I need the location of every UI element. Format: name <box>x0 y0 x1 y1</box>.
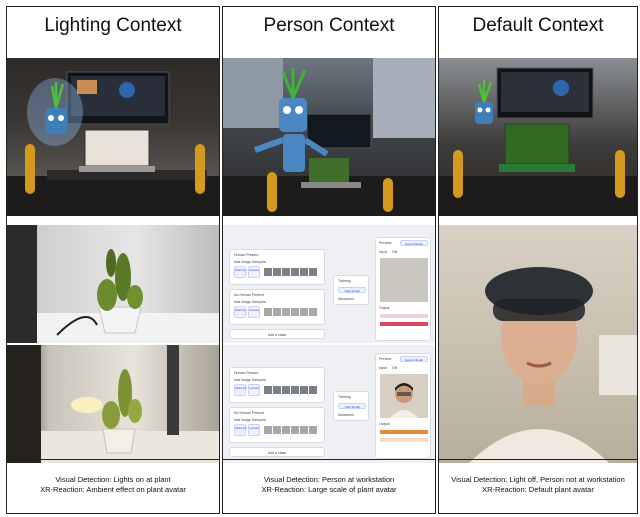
input-toggle[interactable]: ON <box>392 250 397 254</box>
train-model-button[interactable]: Train Model <box>338 403 366 409</box>
xr-reaction-text: XR-Reaction: Large scale of plant avatar <box>261 485 397 494</box>
upload-button[interactable]: Upload <box>248 424 260 436</box>
train-model-button[interactable]: Train Model <box>338 287 366 293</box>
preview-panel: Preview Export Model Input ON Output <box>375 237 431 341</box>
webcam-button[interactable]: Webcam <box>234 424 247 436</box>
webcam-button[interactable]: Webcam <box>234 266 247 278</box>
lighting-context-column: Lighting Context Visual Detection: Light… <box>6 6 220 514</box>
training-card: Training Train Model Advanced <box>333 275 369 305</box>
training-label: Training <box>338 395 351 399</box>
person-with-headset-photo <box>439 225 637 463</box>
advanced-toggle[interactable]: Advanced <box>338 297 354 301</box>
upload-button[interactable]: Upload <box>248 306 260 318</box>
samples-label: Add Image Samples: <box>234 300 267 304</box>
webcam-preview <box>380 258 428 302</box>
class-name: No Human Present <box>234 411 264 415</box>
sample-thumbnails <box>264 308 317 316</box>
model-training-screenshot-human: Human Present Add Image Samples: Webcam … <box>223 225 435 343</box>
class-name: Human Present <box>234 371 259 375</box>
visual-detection-text: Visual Detection: Lights on at plant <box>55 475 171 484</box>
xr-reaction-text: XR-Reaction: Ambient effect on plant ava… <box>40 485 186 494</box>
cactus-photo-lights-off <box>7 225 219 343</box>
webcam-button[interactable]: Webcam <box>234 306 247 318</box>
training-label: Training <box>338 279 351 283</box>
workstation-photo-default <box>439 58 637 216</box>
samples-label: Add Image Samples: <box>234 260 267 264</box>
webcam-preview-person <box>380 374 428 418</box>
export-model-button[interactable]: Export Model <box>400 356 428 362</box>
visual-detection-text: Visual Detection: Person at workstation <box>263 475 395 484</box>
sample-thumbnails <box>264 268 317 276</box>
column-caption: Visual Detection: Light off, Person not … <box>439 459 637 513</box>
export-model-button[interactable]: Export Model <box>400 240 428 246</box>
class-name: Human Present <box>234 253 259 257</box>
webcam-button[interactable]: Webcam <box>234 384 247 396</box>
preview-label: Preview <box>379 357 392 361</box>
xr-reaction-text: XR-Reaction: Default plant avatar <box>482 485 594 494</box>
output-bar-no-human <box>380 322 428 326</box>
output-bar-human <box>380 430 428 434</box>
input-toggle[interactable]: ON <box>392 366 397 370</box>
class-card-no-human: No Human Present Add Image Samples: Webc… <box>229 289 325 325</box>
person-context-column: Person Context Human Present Add Image S… <box>222 6 436 514</box>
output-label: Output <box>379 422 390 426</box>
output-bar-human <box>380 314 428 318</box>
preview-label: Preview <box>379 241 392 245</box>
column-title: Person Context <box>263 15 395 36</box>
training-card: Training Train Model Advanced <box>333 391 369 421</box>
sample-thumbnails <box>264 426 317 434</box>
preview-panel: Preview Export Model Input ON Output <box>375 353 431 459</box>
output-label: Output <box>379 306 390 310</box>
visual-detection-text: Visual Detection: Light off, Person not … <box>451 475 625 484</box>
advanced-toggle[interactable]: Advanced <box>338 413 354 417</box>
upload-button[interactable]: Upload <box>248 384 260 396</box>
input-label: Input <box>379 366 387 370</box>
input-label: Input <box>379 250 387 254</box>
cactus-photo-lights-on <box>7 345 219 463</box>
add-class-button[interactable]: Add a class <box>229 447 325 457</box>
column-caption: Visual Detection: Lights on at plant XR-… <box>7 459 219 513</box>
workstation-photo-lighting <box>7 58 219 216</box>
class-name: No Human Present <box>234 293 264 297</box>
column-caption: Visual Detection: Person at workstation … <box>223 459 435 513</box>
default-context-column: Default Context Visual Detection: Light … <box>438 6 638 514</box>
model-training-screenshot-person: Human Present Add Image Samples: Webcam … <box>223 345 435 463</box>
class-card-no-human: No Human Present Add Image Samples: Webc… <box>229 407 325 443</box>
class-card-human-present: Human Present Add Image Samples: Webcam … <box>229 367 325 403</box>
output-bar-no-human <box>380 438 428 442</box>
class-card-human-present: Human Present Add Image Samples: Webcam … <box>229 249 325 285</box>
upload-button[interactable]: Upload <box>248 266 260 278</box>
samples-label: Add Image Samples: <box>234 378 267 382</box>
sample-thumbnails <box>264 386 317 394</box>
add-class-label: Add a class <box>268 333 287 337</box>
column-title: Lighting Context <box>44 15 182 36</box>
add-class-label: Add a class <box>268 451 287 455</box>
column-title: Default Context <box>472 15 604 36</box>
add-class-button[interactable]: Add a class <box>229 329 325 339</box>
samples-label: Add Image Samples: <box>234 418 267 422</box>
workstation-photo-person <box>223 58 435 216</box>
